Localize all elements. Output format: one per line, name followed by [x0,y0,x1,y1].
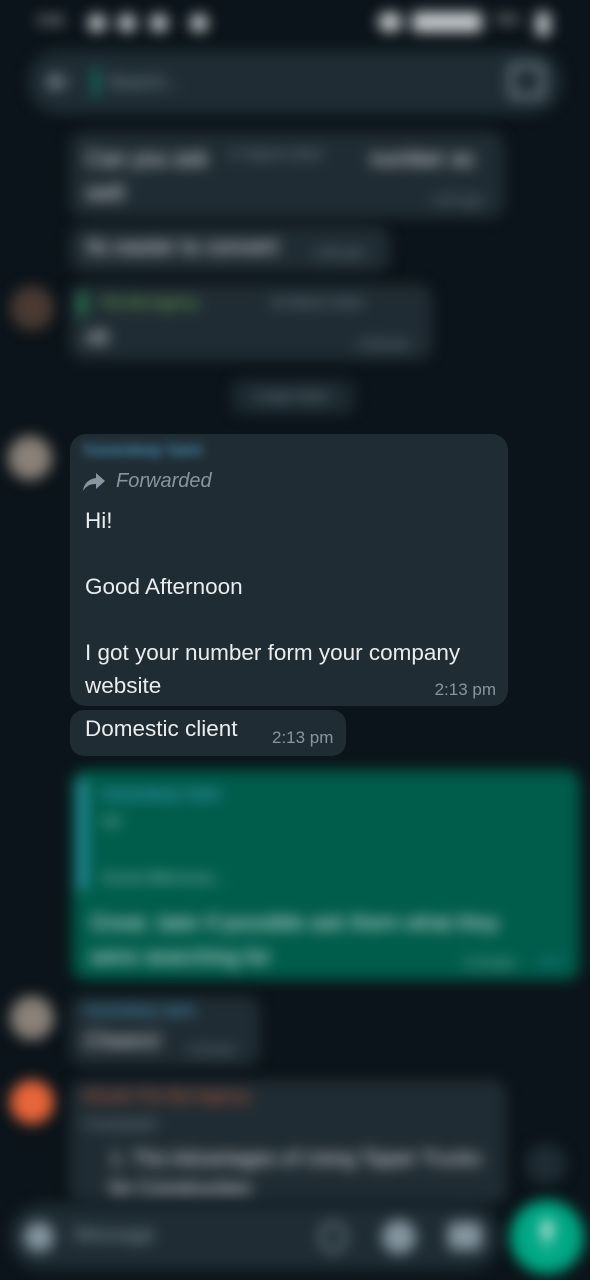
message-time: 1:57 pm [432,192,483,208]
text-cursor [94,68,98,96]
forwarded-label: Forwarded [84,1116,156,1133]
avatar[interactable] [10,286,54,330]
message-text: 1. The Advantages of Using Tipper Trucks… [110,1148,481,1200]
message-text: number as [370,146,474,171]
message-composer[interactable]: Message [10,1204,500,1270]
message-text: Hi! Good Afternoon I got your number for… [85,508,461,698]
message-bubble[interactable]: The Bot Agency 24 March 2024 ok 2:03 pm [70,284,432,360]
read-ticks-icon: ✓✓ [538,954,565,971]
date-chip: 3 April 2024 [232,380,354,414]
search-input[interactable]: Search... [108,72,180,93]
avatar[interactable] [10,996,54,1040]
message-input[interactable]: Message [74,1224,155,1247]
mic-button[interactable] [510,1200,584,1274]
message-time: 2:03 pm [358,336,409,352]
message-text: Domestic client [85,716,238,741]
quote-bar [80,292,84,316]
quote-sender: Karandeep Saini [102,786,221,803]
scroll-down-button[interactable] [526,1144,566,1184]
message-text: well [86,180,124,205]
emoji-icon[interactable] [24,1222,54,1252]
message-bubble[interactable]: Its easier to convert 2:00 pm [70,226,390,272]
avatar[interactable] [10,1080,54,1124]
forwarded-message-bubble[interactable]: Khushi The Bot Agency Forwarded 1. The A… [70,1080,506,1204]
message-sender: Karandeep Saini [84,1002,195,1019]
avatar[interactable] [8,436,52,480]
mic-icon [542,1220,552,1252]
message-time: 2:00 pm [314,244,365,260]
status-time: 3:58 [36,12,64,28]
message-sender[interactable]: Karandeep Saini [84,442,202,460]
back-arrow-icon[interactable] [46,70,72,94]
message-time: 2:13 pm [434,680,496,699]
forwarded-label: Forwarded [116,470,212,492]
search-bar[interactable]: Search... [28,50,562,114]
message-text: Its easier to convert [86,234,278,259]
signal-icon [412,12,482,32]
message-bubble[interactable]: Karandeep Saini Cheers! 2:15 pm [70,996,260,1066]
forwarded-indicator: Forwarded [82,470,212,493]
message-text: ok [86,324,110,349]
quote-text: Good Afternoon... [102,870,228,887]
notification-icon [88,14,106,32]
message-time: 2:15 pm [188,1042,235,1057]
attach-icon[interactable] [320,1222,346,1252]
message-text: Can you ask [86,146,209,171]
camera-icon[interactable] [448,1222,482,1250]
message-text: Cheers! [84,1028,162,1053]
message-bubble[interactable]: Domestic client 2:13 pm [70,710,346,756]
quote-date: 24 March 2024 [270,294,364,310]
message-date: 17 March 2024 [228,146,322,162]
notification-icon [118,14,136,32]
forwarded-message-bubble[interactable]: Karandeep Saini Forwarded Hi! Good After… [70,434,508,706]
outgoing-message-bubble[interactable]: Karandeep Saini Hi! Good Afternoon... Gr… [72,770,580,980]
message-bubble[interactable]: Can you ask 17 March 2024 number as well… [70,132,504,218]
payment-icon[interactable] [382,1220,416,1254]
status-bar: 3:58 78% [0,0,590,44]
message-sender: Khushi The Bot Agency [84,1088,251,1105]
quote-bar [80,780,85,890]
wifi-icon [378,12,402,32]
message-time: 2:14 pm [464,954,515,970]
quote-sender: The Bot Agency [100,294,199,310]
notification-icon [150,14,168,32]
notification-icon [190,14,208,32]
battery-percent: 78% [494,12,521,27]
quote-text: Hi! [102,814,122,831]
calendar-icon[interactable] [510,64,544,98]
message-time: 2:13 pm [272,728,334,747]
battery-icon [536,12,550,36]
forward-arrow-icon [83,472,105,491]
